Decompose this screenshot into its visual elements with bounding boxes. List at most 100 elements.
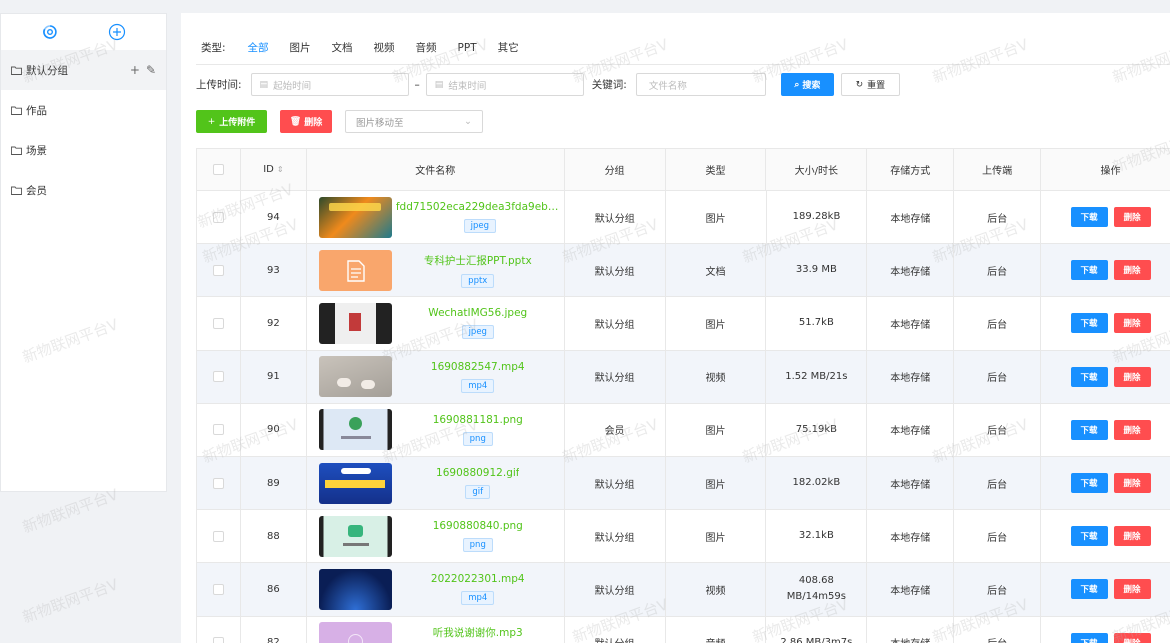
file-name-link[interactable]: fdd71502eca229dea3fda9eb7...	[396, 201, 564, 213]
bulk-delete-button[interactable]: 🗑 删除	[280, 110, 332, 133]
file-ext-tag: pptx	[461, 273, 495, 288]
upload-button[interactable]: + 上传附件	[196, 110, 267, 133]
file-group: 默认分组	[565, 191, 666, 244]
file-cell: 1690882547.mp4 mp4	[307, 350, 565, 403]
row-checkbox[interactable]	[212, 264, 224, 276]
sidebar-item-members[interactable]: 会员	[1, 170, 166, 210]
sidebar-toolbar	[1, 14, 166, 50]
delete-button[interactable]: 删除	[1113, 526, 1151, 547]
reset-button[interactable]: ↻ 重置	[840, 73, 900, 96]
file-endpoint: 后台	[954, 244, 1042, 297]
file-type: 视频	[666, 563, 767, 616]
keyword-input[interactable]: 文件名称	[635, 73, 766, 96]
file-storage: 本地存储	[867, 191, 955, 244]
file-thumbnail[interactable]	[318, 356, 392, 398]
file-thumbnail[interactable]	[318, 302, 392, 344]
type-audio[interactable]: 音频	[416, 40, 437, 55]
file-name-link[interactable]: WechatIMG56.jpeg	[428, 307, 527, 319]
row-checkbox[interactable]	[212, 317, 224, 329]
delete-button[interactable]: 删除	[1113, 419, 1151, 440]
row-actions: 下载删除	[1041, 244, 1170, 296]
download-button[interactable]: 下载	[1070, 632, 1108, 643]
type-other[interactable]: 其它	[498, 40, 519, 55]
reset-icon: ↻	[855, 79, 864, 90]
end-date-input[interactable]: ▤ 结束时间	[425, 73, 584, 96]
file-thumbnail[interactable]	[318, 409, 392, 451]
file-thumbnail[interactable]	[318, 515, 392, 557]
sidebar-item-default[interactable]: 默认分组 + ✎	[1, 50, 166, 90]
table-row: 94 fdd71502eca229dea3fda9eb7... jpeg 默认分组 图片…	[197, 191, 1170, 245]
type-image[interactable]: 图片	[290, 40, 311, 55]
refresh-icon[interactable]	[41, 23, 59, 41]
type-ppt[interactable]: PPT	[458, 42, 477, 54]
file-name-link[interactable]: 1690882547.mp4	[431, 361, 525, 373]
file-table: ID ⇕ 文件名称 分组 类型 大小/时长 存储方式 上传端 操作 94 fdd71…	[196, 148, 1170, 643]
row-actions: 下载删除	[1041, 563, 1170, 615]
row-checkbox[interactable]	[212, 211, 224, 223]
move-to-select[interactable]: 图片移动至 ⌄	[345, 110, 483, 133]
download-button[interactable]: 下载	[1070, 366, 1108, 387]
row-checkbox[interactable]	[212, 371, 224, 383]
group-sidebar: 默认分组 + ✎ 作品 场景 会员	[0, 13, 167, 492]
row-actions: 下载删除	[1041, 351, 1170, 403]
download-button[interactable]: 下载	[1070, 313, 1108, 334]
file-group: 默认分组	[565, 244, 666, 297]
delete-button[interactable]: 删除	[1113, 632, 1151, 643]
row-checkbox[interactable]	[212, 583, 224, 595]
id-header[interactable]: ID ⇕	[241, 149, 307, 190]
select-all-checkbox[interactable]	[212, 164, 224, 175]
file-thumbnail[interactable]	[318, 249, 392, 291]
row-checkbox[interactable]	[212, 637, 224, 643]
file-thumbnail[interactable]	[318, 196, 392, 238]
download-button[interactable]: 下载	[1070, 526, 1108, 547]
search-icon: ⌕	[794, 79, 800, 90]
divider	[196, 64, 1170, 65]
type-document[interactable]: 文档	[332, 40, 353, 55]
file-storage: 本地存储	[867, 510, 955, 563]
delete-button[interactable]: 删除	[1113, 579, 1151, 600]
file-storage: 本地存储	[867, 244, 955, 297]
search-button[interactable]: ⌕ 搜索	[780, 73, 834, 96]
file-size: 51.7kB	[766, 297, 868, 350]
file-name-link[interactable]: 2022022301.mp4	[431, 573, 525, 585]
sidebar-item-label: 作品	[26, 104, 47, 117]
file-name-link[interactable]: 1690881181.png	[433, 414, 523, 426]
download-button[interactable]: 下载	[1070, 473, 1108, 494]
file-storage: 本地存储	[867, 297, 955, 350]
delete-button[interactable]: 删除	[1113, 260, 1151, 281]
file-thumbnail[interactable]	[318, 462, 392, 504]
file-name-link[interactable]: 1690880840.png	[433, 520, 523, 532]
row-checkbox[interactable]	[212, 530, 224, 542]
sidebar-item-works[interactable]: 作品	[1, 90, 166, 130]
edit-icon[interactable]: ✎	[146, 63, 156, 77]
row-checkbox[interactable]	[212, 477, 224, 489]
file-type: 视频	[666, 350, 767, 403]
row-actions: 下载删除	[1041, 510, 1170, 562]
delete-button[interactable]: 删除	[1113, 366, 1151, 387]
file-thumbnail[interactable]	[318, 622, 392, 643]
add-group-icon[interactable]	[108, 23, 126, 41]
row-actions: 下载删除	[1041, 404, 1170, 456]
start-date-input[interactable]: ▤ 起始时间	[250, 73, 409, 96]
file-group: 默认分组	[565, 563, 666, 616]
download-button[interactable]: 下载	[1070, 579, 1108, 600]
table-row: 86 2022022301.mp4 mp4 默认分组 视频 408.68 MB/14m59…	[197, 563, 1170, 617]
download-button[interactable]: 下载	[1070, 207, 1108, 228]
add-icon[interactable]: +	[130, 63, 140, 77]
file-thumbnail[interactable]	[318, 568, 392, 610]
file-cell: 专科护士汇报PPT.pptx pptx	[307, 244, 565, 297]
delete-button[interactable]: 删除	[1113, 473, 1151, 494]
file-name-link[interactable]: 1690880912.gif	[436, 467, 519, 479]
row-checkbox[interactable]	[212, 424, 224, 436]
type-all[interactable]: 全部	[248, 40, 269, 55]
file-name-link[interactable]: 专科护士汇报PPT.pptx	[424, 253, 532, 268]
file-id: 90	[241, 403, 307, 456]
delete-button[interactable]: 删除	[1113, 313, 1151, 334]
delete-button[interactable]: 删除	[1113, 207, 1151, 228]
file-name-link[interactable]: 听我说谢谢你.mp3	[433, 625, 523, 640]
download-button[interactable]: 下载	[1070, 419, 1108, 440]
sidebar-item-scenes[interactable]: 场景	[1, 130, 166, 170]
table-row: 89 1690880912.gif gif 默认分组 图片 182.02kB 本地存储 后台下…	[197, 456, 1170, 511]
download-button[interactable]: 下载	[1070, 260, 1108, 281]
type-video[interactable]: 视频	[374, 40, 395, 55]
